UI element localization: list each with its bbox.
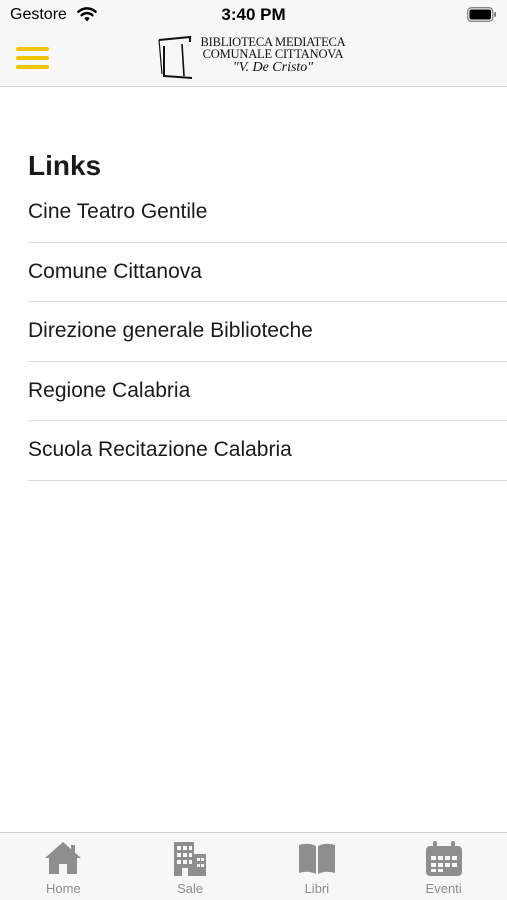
links-list: Cine Teatro Gentile Comune Cittanova Dir… bbox=[28, 183, 507, 481]
book-icon bbox=[298, 843, 335, 874]
clock: 3:40 PM bbox=[221, 5, 286, 24]
tab-label: Libri bbox=[304, 881, 330, 896]
navigation-bar: BIBLIOTECA MEDIATECA COMUNALE CITTANOVA … bbox=[0, 30, 507, 87]
library-logo: BIBLIOTECA MEDIATECA COMUNALE CITTANOVA … bbox=[156, 32, 356, 82]
link-item-scuola-recitazione-calabria[interactable]: Scuola Recitazione Calabria bbox=[28, 421, 507, 481]
tab-label: Home bbox=[46, 881, 81, 896]
building-icon bbox=[174, 842, 207, 876]
tab-bar: Home Sale Libri Eventi bbox=[0, 832, 507, 900]
link-item-direzione-generale-biblioteche[interactable]: Direzione generale Biblioteche bbox=[28, 302, 507, 362]
calendar-icon bbox=[425, 841, 462, 876]
link-label: Cine Teatro Gentile bbox=[28, 200, 208, 224]
link-label: Direzione generale Biblioteche bbox=[28, 319, 313, 343]
tab-sale[interactable]: Sale bbox=[127, 833, 254, 900]
status-bar: Gestore 3:40 PM bbox=[0, 0, 507, 30]
link-item-cine-teatro-gentile[interactable]: Cine Teatro Gentile bbox=[28, 183, 507, 243]
link-item-regione-calabria[interactable]: Regione Calabria bbox=[28, 362, 507, 421]
tab-label: Eventi bbox=[425, 881, 462, 896]
tab-eventi[interactable]: Eventi bbox=[380, 833, 507, 900]
link-item-comune-cittanova[interactable]: Comune Cittanova bbox=[28, 243, 507, 302]
page-title: Links bbox=[28, 150, 102, 181]
home-icon bbox=[45, 842, 82, 874]
battery-icon bbox=[467, 7, 496, 22]
link-label: Scuola Recitazione Calabria bbox=[28, 438, 292, 462]
tab-libri[interactable]: Libri bbox=[254, 833, 381, 900]
tab-home[interactable]: Home bbox=[0, 833, 127, 900]
logo-text-line3: "V. De Cristo" bbox=[232, 60, 314, 75]
link-label: Regione Calabria bbox=[28, 378, 191, 402]
menu-button[interactable] bbox=[16, 44, 50, 72]
link-label: Comune Cittanova bbox=[28, 259, 202, 283]
tab-label: Sale bbox=[177, 881, 204, 896]
